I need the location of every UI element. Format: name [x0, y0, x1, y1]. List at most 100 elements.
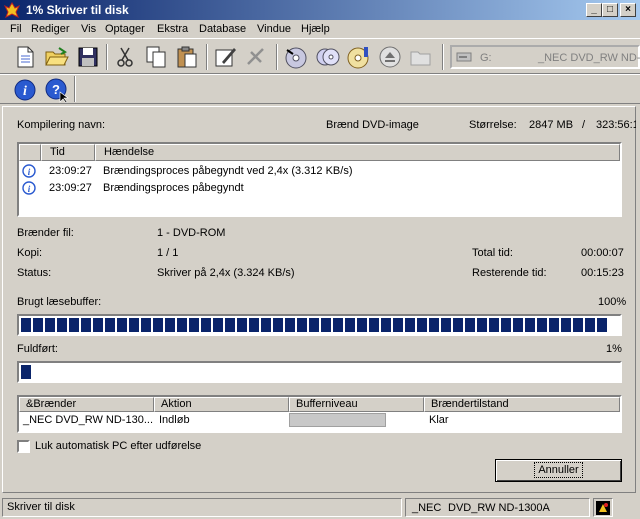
progress-segment: [405, 318, 415, 332]
progress-segment: [417, 318, 427, 332]
menu-hjaelp[interactable]: Hjælp: [301, 23, 330, 35]
info-icon: i: [22, 164, 36, 178]
minimize-button[interactable]: _: [586, 3, 602, 17]
toolbar-separator: [276, 44, 278, 70]
col-header-buffer[interactable]: Bufferniveau: [289, 397, 424, 412]
event-log[interactable]: Tid Hændelse i 23:09:27 Brændingsproces …: [17, 142, 622, 217]
progress-segment: [141, 318, 151, 332]
save-disk-icon[interactable]: [75, 44, 101, 70]
disc-info-icon[interactable]: [346, 44, 372, 70]
burn-tool-disabled-icon[interactable]: [243, 44, 269, 70]
progress-segment: [501, 318, 511, 332]
progress-segment: [513, 318, 523, 332]
menu-vis[interactable]: Vis: [81, 23, 96, 35]
progress-segment: [21, 365, 31, 379]
context-help-icon[interactable]: ?: [44, 77, 70, 103]
progress-segment: [261, 318, 271, 332]
maximize-button[interactable]: □: [602, 3, 618, 17]
copy-disc-icon[interactable]: [315, 44, 341, 70]
progress-segment: [273, 318, 283, 332]
compilation-label: Kompilering navn:: [17, 119, 106, 131]
progress-segment: [585, 318, 595, 332]
progress-segment: [237, 318, 247, 332]
browse-folder-disabled-icon[interactable]: [408, 44, 434, 70]
progress-segment: [453, 318, 463, 332]
title-bar[interactable]: 1% Skriver til disk _ □ ×: [0, 0, 640, 20]
progress-segment: [321, 318, 331, 332]
paste-icon[interactable]: [174, 44, 200, 70]
menu-database[interactable]: Database: [199, 23, 246, 35]
new-document-icon[interactable]: [12, 44, 38, 70]
progress-segment: [597, 318, 607, 332]
log-event: Brændingsproces påbegyndt ved 2,4x (3.31…: [103, 165, 353, 177]
col-header-burner[interactable]: &Brænder: [19, 397, 154, 412]
progress-segment: [45, 318, 55, 332]
progress-segment: [213, 318, 223, 332]
progress-segment: [465, 318, 475, 332]
progress-segment: [177, 318, 187, 332]
progress-segment: [57, 318, 67, 332]
progress-segment: [333, 318, 343, 332]
burner-table[interactable]: &Brænder Aktion Bufferniveau Brændertils…: [17, 395, 622, 433]
buffer-label: Brugt læsebuffer:: [17, 296, 102, 308]
progress-segment: [369, 318, 379, 332]
log-row[interactable]: i 23:09:27 Brændingsproces påbegyndt: [19, 181, 619, 197]
svg-text:?: ?: [52, 82, 60, 97]
toolbar-separator: [206, 44, 208, 70]
buffer-progress-bar: [17, 314, 622, 336]
progress-segment: [165, 318, 175, 332]
col-header-state[interactable]: Brændertilstand: [424, 397, 620, 412]
status-icon-panel: [593, 498, 613, 517]
menu-vindue[interactable]: Vindue: [257, 23, 291, 35]
auto-shutdown-checkbox[interactable]: [17, 440, 30, 453]
log-row[interactable]: i 23:09:27 Brændingsproces påbegyndt ved…: [19, 164, 619, 180]
open-folder-icon[interactable]: [43, 44, 69, 70]
drive-name: _NEC DVD_RW ND-1300A: [538, 52, 640, 64]
log-header-event[interactable]: Hændelse: [95, 144, 620, 161]
progress-segment: [573, 318, 583, 332]
auto-shutdown-label[interactable]: Luk automatisk PC efter udførelse: [35, 440, 201, 452]
remaining-time-value: 00:15:23: [581, 267, 624, 279]
toolbar-separator: [106, 44, 108, 70]
progress-segment: [93, 318, 103, 332]
menu-fil[interactable]: Fil: [10, 23, 22, 35]
progress-segment: [129, 318, 139, 332]
close-button[interactable]: ×: [620, 3, 636, 17]
progress-segment: [21, 318, 31, 332]
status-drive-model: DVD_RW ND-1300A: [448, 502, 550, 514]
copy-icon[interactable]: [143, 44, 169, 70]
copy-label: Kopi:: [17, 247, 43, 259]
log-header-time[interactable]: Tid: [41, 144, 95, 161]
recorder-select[interactable]: G: _NEC DVD_RW ND-1300A: [450, 45, 640, 69]
window-title: 1% Skriver til disk: [26, 3, 129, 17]
status-text: Skriver til disk: [2, 498, 402, 517]
log-header-icon-col[interactable]: [19, 144, 41, 161]
about-info-icon[interactable]: i: [12, 77, 38, 103]
drive-letter: G:: [480, 52, 492, 64]
progress-segment: [117, 318, 127, 332]
progress-segment: [549, 318, 559, 332]
edit-compilation-icon[interactable]: [212, 44, 238, 70]
status-label: Status:: [17, 267, 52, 279]
progress-segment: [153, 318, 163, 332]
burn-disc-icon[interactable]: [283, 44, 309, 70]
menu-ekstra[interactable]: Ekstra: [157, 23, 188, 35]
cancel-button[interactable]: Annuller: [495, 459, 622, 482]
menu-rediger[interactable]: Rediger: [31, 23, 70, 35]
progress-segment: [489, 318, 499, 332]
menu-optager[interactable]: Optager: [105, 23, 145, 35]
burner-name[interactable]: _NEC DVD_RW ND-130...: [23, 413, 153, 427]
col-header-action[interactable]: Aktion: [154, 397, 289, 412]
compilation-value: Brænd DVD-image: [326, 119, 419, 131]
progress-segment: [297, 318, 307, 332]
progress-segment: [309, 318, 319, 332]
burner-file-value: 1 - DVD-ROM: [157, 227, 226, 239]
progress-label: Fuldført:: [17, 343, 58, 355]
toolbar-separator: [74, 76, 76, 102]
total-time-value: 00:00:07: [581, 247, 624, 259]
cut-scissors-icon[interactable]: [112, 44, 138, 70]
eject-icon[interactable]: [377, 44, 403, 70]
completion-progress-bar: [17, 361, 622, 383]
progress-segment: [189, 318, 199, 332]
buffer-level-bar: [289, 413, 386, 427]
